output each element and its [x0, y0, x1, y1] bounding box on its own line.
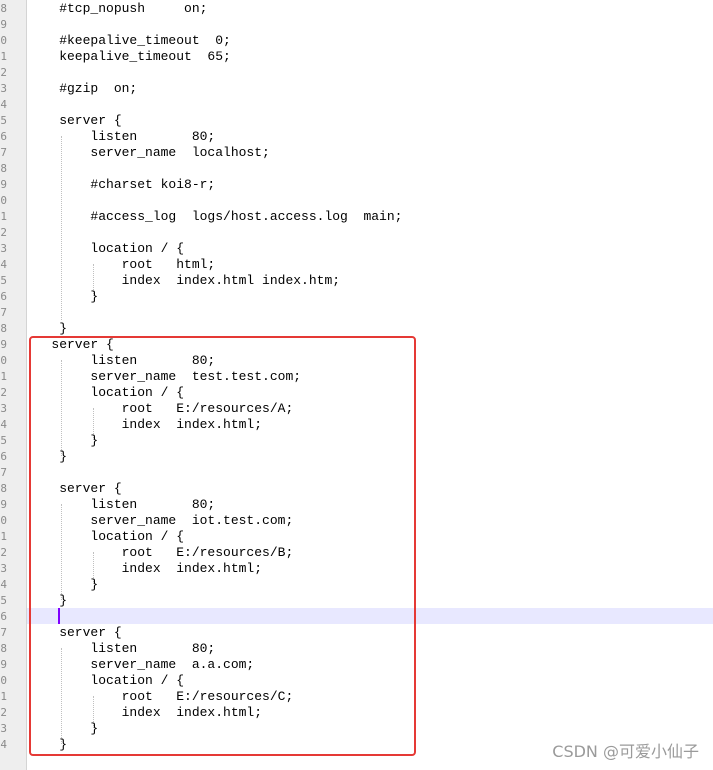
code-line[interactable]: #tcp_nopush on;	[28, 1, 207, 17]
line-number: 9	[0, 178, 7, 191]
line-number: 0	[0, 34, 7, 47]
line-number: 9	[0, 498, 7, 511]
line-number: 6	[0, 130, 7, 143]
line-number: 7	[0, 306, 7, 319]
line-number: 1	[0, 370, 7, 383]
line-number: 6	[0, 450, 7, 463]
line-number: 7	[0, 466, 7, 479]
line-number: 5	[0, 274, 7, 287]
code-line[interactable]: root E:/resources/A;	[28, 401, 294, 417]
code-line[interactable]: #keepalive_timeout 0;	[28, 33, 231, 49]
code-line[interactable]: }	[28, 289, 98, 305]
code-line[interactable]: server {	[28, 337, 113, 353]
text-caret	[58, 608, 60, 624]
code-line[interactable]: listen 80;	[28, 129, 215, 145]
code-line[interactable]: server_name a.a.com;	[28, 657, 254, 673]
line-number: 8	[0, 642, 7, 655]
code-line[interactable]: index index.html index.htm;	[28, 273, 340, 289]
line-number: 3	[0, 242, 7, 255]
code-line[interactable]: server_name localhost;	[28, 145, 269, 161]
line-number: 7	[0, 146, 7, 159]
code-line[interactable]: location / {	[28, 241, 184, 257]
code-line[interactable]: }	[28, 449, 67, 465]
code-line[interactable]: server_name test.test.com;	[28, 369, 301, 385]
code-line[interactable]: location / {	[28, 529, 184, 545]
line-number: 8	[0, 2, 7, 15]
code-line[interactable]: server {	[28, 625, 121, 641]
code-line[interactable]: listen 80;	[28, 641, 215, 657]
line-number: 0	[0, 674, 7, 687]
line-number: 3	[0, 82, 7, 95]
line-number: 9	[0, 658, 7, 671]
line-number: 1	[0, 530, 7, 543]
line-number: 3	[0, 722, 7, 735]
line-number: 4	[0, 418, 7, 431]
code-line[interactable]: server_name iot.test.com;	[28, 513, 293, 529]
line-number: 5	[0, 114, 7, 127]
line-number: 5	[0, 594, 7, 607]
line-number: 1	[0, 690, 7, 703]
line-number: 2	[0, 706, 7, 719]
code-line[interactable]: }	[28, 721, 98, 737]
line-number: 0	[0, 354, 7, 367]
line-number: 4	[0, 98, 7, 111]
line-number: 5	[0, 434, 7, 447]
line-number: 1	[0, 50, 7, 63]
code-line[interactable]: }	[28, 737, 67, 753]
watermark: CSDN @可爱小仙子	[552, 742, 699, 761]
code-line[interactable]: #charset koi8-r;	[28, 177, 215, 193]
line-number: 8	[0, 482, 7, 495]
code-line[interactable]: root E:/resources/C;	[28, 689, 294, 705]
line-number: 1	[0, 210, 7, 223]
code-line[interactable]: index index.html;	[28, 561, 262, 577]
code-line[interactable]: keepalive_timeout 65;	[28, 49, 231, 65]
line-number: 2	[0, 66, 7, 79]
code-line[interactable]: listen 80;	[28, 497, 215, 513]
line-number: 4	[0, 738, 7, 751]
code-line[interactable]: listen 80;	[28, 353, 215, 369]
line-number: 2	[0, 546, 7, 559]
line-number: 8	[0, 162, 7, 175]
line-number: 9	[0, 338, 7, 351]
line-number: 6	[0, 610, 7, 623]
code-line[interactable]: server {	[28, 113, 121, 129]
line-number: 3	[0, 402, 7, 415]
code-line[interactable]: #access_log logs/host.access.log main;	[28, 209, 402, 225]
code-line[interactable]: server {	[28, 481, 121, 497]
line-number: 7	[0, 626, 7, 639]
line-number-gutter: 8 9 0 1 2 3 4 5 6 7 8 9 0 1 2 3 4 5 6 7 8 9 0 1 2 3 4 5 6 7 8 9 0 1 2 3 4 5 6 7…	[0, 0, 27, 770]
code-line[interactable]: }	[28, 321, 67, 337]
current-line-highlight	[27, 608, 713, 624]
code-line[interactable]: }	[28, 593, 67, 609]
code-line[interactable]: index index.html;	[28, 417, 262, 433]
line-number: 0	[0, 194, 7, 207]
code-line[interactable]: location / {	[28, 673, 184, 689]
line-number: 6	[0, 290, 7, 303]
line-number: 0	[0, 514, 7, 527]
code-line[interactable]: #gzip on;	[28, 81, 137, 97]
code-line[interactable]: root html;	[28, 257, 216, 273]
code-line[interactable]: root E:/resources/B;	[28, 545, 294, 561]
line-number: 9	[0, 18, 7, 31]
line-number: 8	[0, 322, 7, 335]
code-editor[interactable]: 8 9 0 1 2 3 4 5 6 7 8 9 0 1 2 3 4 5 6 7 8 9 0 1 2 3 4 5 6 7 8 9 0 1 2 3 4 5 6 7…	[0, 0, 713, 770]
line-number: 3	[0, 562, 7, 575]
code-line[interactable]: location / {	[28, 385, 184, 401]
code-line[interactable]: }	[28, 433, 98, 449]
line-number: 2	[0, 226, 7, 239]
code-line[interactable]: }	[28, 577, 98, 593]
code-line[interactable]: index index.html;	[28, 705, 262, 721]
line-number: 4	[0, 258, 7, 271]
line-number: 2	[0, 386, 7, 399]
line-number: 4	[0, 578, 7, 591]
